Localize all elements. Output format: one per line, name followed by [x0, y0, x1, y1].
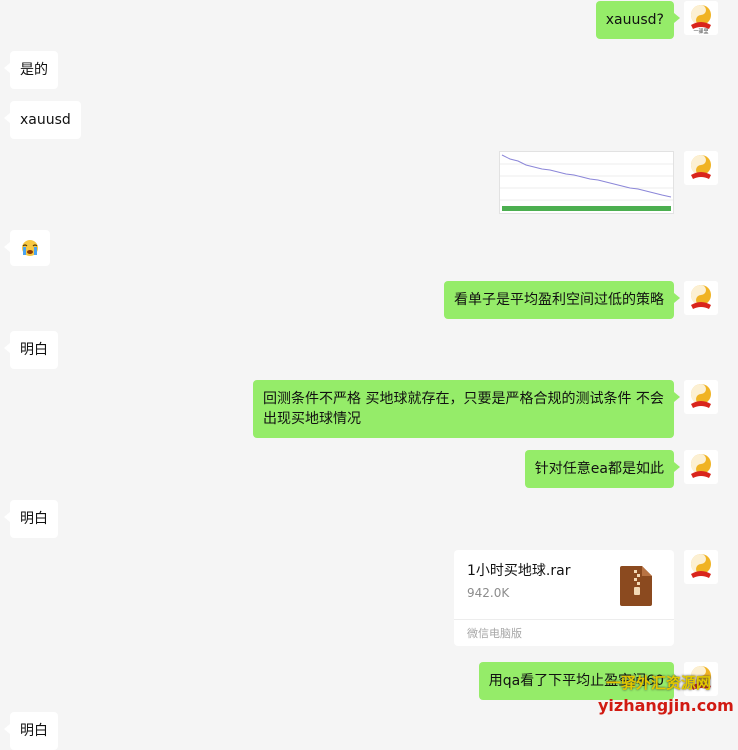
watermark-site-name: 一驿外汇资源网: [606, 674, 712, 692]
chart-image-message[interactable]: [499, 151, 674, 214]
avatar[interactable]: [684, 281, 718, 315]
zip-file-icon: [620, 566, 652, 606]
message-bubble-outgoing[interactable]: xauusd?: [595, 1, 681, 39]
equity-chart-image: [500, 152, 673, 213]
avatar[interactable]: [684, 550, 718, 584]
file-source: 微信电脑版: [467, 627, 522, 640]
avatar[interactable]: [684, 380, 718, 414]
file-message[interactable]: 1小时买地球.rar 942.0K 微信电脑版: [454, 550, 674, 646]
message-bubble-outgoing[interactable]: 看单子是平均盈利空间过低的策略: [444, 281, 680, 319]
message-bubble-incoming[interactable]: xauusd: [4, 101, 81, 139]
avatar-logo-icon: [684, 151, 718, 185]
file-footer: 微信电脑版: [454, 619, 674, 646]
message-bubble-incoming[interactable]: 明白: [4, 331, 58, 369]
message-bubble-incoming[interactable]: 明白: [4, 712, 58, 750]
message-bubble-incoming[interactable]: 明白: [4, 500, 58, 538]
file-name: 1小时买地球.rar: [467, 563, 571, 579]
avatar-logo-icon: 一驿里: [684, 1, 718, 35]
message-bubble-outgoing[interactable]: 回测条件不严格 买地球就存在，只要是严格合规的测试条件 不会出现买地球情况: [253, 380, 680, 438]
avatar-logo-icon: [684, 380, 718, 414]
message-bubble-outgoing[interactable]: 针对任意ea都是如此: [524, 450, 681, 488]
avatar-logo-icon: [684, 281, 718, 315]
file-size: 942.0K: [467, 586, 510, 600]
avatar[interactable]: 一驿里: [684, 1, 718, 35]
message-bubble-incoming[interactable]: 是的: [4, 51, 58, 89]
avatar[interactable]: [684, 450, 718, 484]
crying-face-icon: [22, 240, 38, 256]
avatar-caption: 一驿里: [693, 28, 708, 35]
avatar-logo-icon: [684, 550, 718, 584]
avatar-logo-icon: [684, 450, 718, 484]
watermark-url: yizhangjin.com: [598, 696, 734, 715]
avatar[interactable]: [684, 151, 718, 185]
message-bubble-incoming[interactable]: [4, 230, 50, 266]
